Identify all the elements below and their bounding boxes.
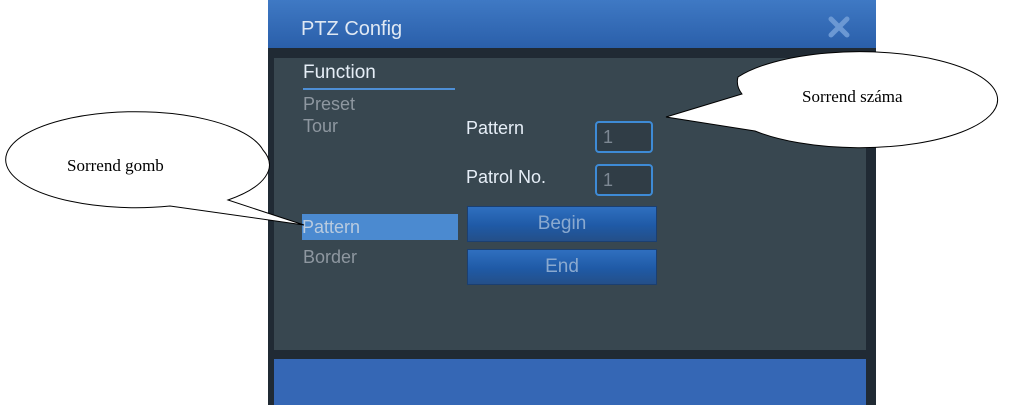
callout-label-pattern-number: Sorrend száma [802,87,903,106]
callout-layer [5,51,999,226]
callout-label-pattern-button: Sorrend gomb [67,156,164,175]
